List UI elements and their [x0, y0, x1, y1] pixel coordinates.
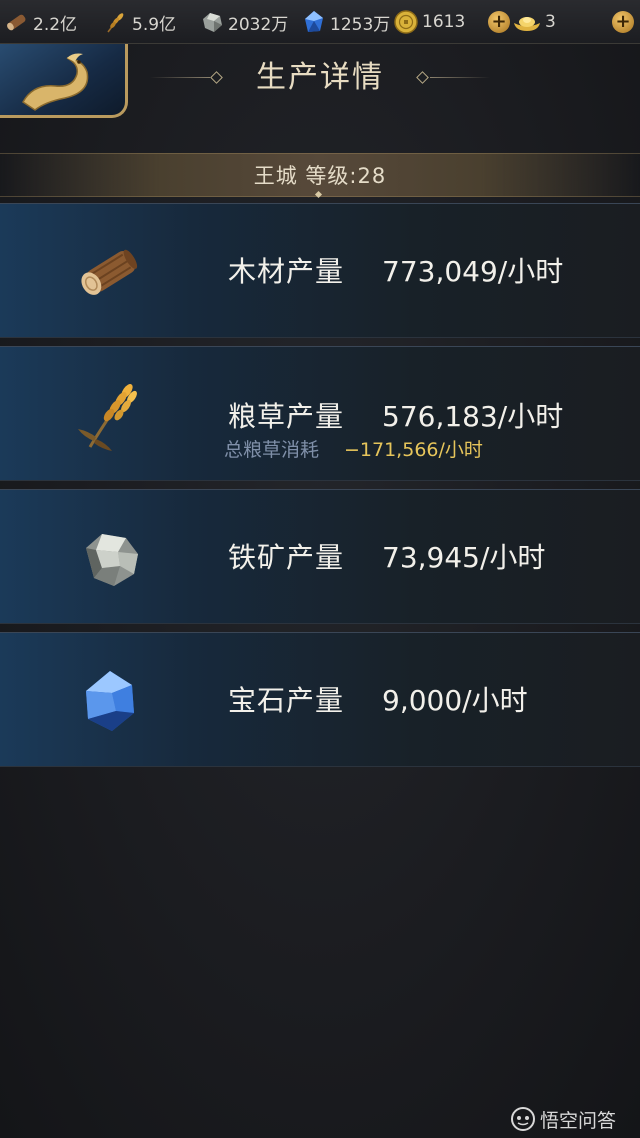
wheat-icon: [107, 13, 124, 33]
iron-production-label: 铁矿产量: [228, 541, 345, 574]
city-level-label: 王城 等级:28: [253, 164, 387, 188]
food-production-label: 粮草产量: [228, 400, 345, 433]
resource-bar: 2.2亿 5.9亿 2032万 1253万 1613 + 3 +: [0, 0, 640, 44]
watermark: 悟空问答: [510, 1106, 616, 1132]
gold-amount: 3: [545, 12, 556, 32]
coin-amount: 1613: [422, 12, 466, 32]
wood-log-icon: [7, 14, 26, 31]
resource-food: 5.9亿: [103, 6, 176, 38]
wood-production-label: 木材产量: [228, 255, 345, 288]
production-row-wood: 木材产量 773,049/小时: [0, 203, 640, 338]
add-resource-icon[interactable]: +: [612, 11, 634, 33]
gem-production-label: 宝石产量: [228, 684, 345, 717]
production-row-food: 粮草产量 576,183/小时 总粮草消耗 −171,566/小时: [0, 346, 640, 481]
iron-ore-icon: [86, 534, 138, 586]
production-row-gem: 宝石产量 9,000/小时: [0, 632, 640, 767]
watermark-text: 悟空问答: [540, 1109, 617, 1132]
food-consumption-label: 总粮草消耗: [224, 439, 320, 461]
wukong-logo-icon: [511, 1107, 535, 1131]
resource-gold[interactable]: + 3: [488, 6, 556, 38]
gem-production-rate: 9,000/小时: [382, 684, 528, 717]
coin-icon: [394, 10, 418, 34]
food-consumption-rate: −171,566/小时: [344, 439, 483, 461]
resource-wood: 2.2亿: [4, 6, 77, 38]
gem-icon: [86, 671, 134, 731]
wood-production-rate: 773,049/小时: [382, 255, 564, 288]
resource-gem: 1253万: [301, 6, 390, 38]
food-production-rate: 576,183/小时: [382, 400, 564, 433]
page-title: 生产详情: [256, 60, 384, 95]
title-ornament-right: [430, 77, 490, 78]
gold-ingot-icon: [514, 17, 540, 31]
gem-amount: 1253万: [330, 14, 391, 35]
wood-amount: 2.2亿: [33, 14, 78, 35]
production-row-iron: 铁矿产量 73,945/小时: [0, 489, 640, 624]
food-amount: 5.9亿: [132, 14, 177, 35]
wheat-icon: [78, 384, 137, 451]
gem-icon: [305, 11, 323, 32]
resource-coin: 1613: [393, 6, 465, 38]
iron-ore-icon: [203, 13, 222, 32]
iron-production-rate: 73,945/小时: [382, 541, 546, 574]
add-gold-icon[interactable]: +: [488, 11, 510, 33]
iron-amount: 2032万: [228, 14, 289, 35]
resource-iron: 2032万: [199, 6, 288, 38]
wood-log-icon: [81, 249, 138, 295]
